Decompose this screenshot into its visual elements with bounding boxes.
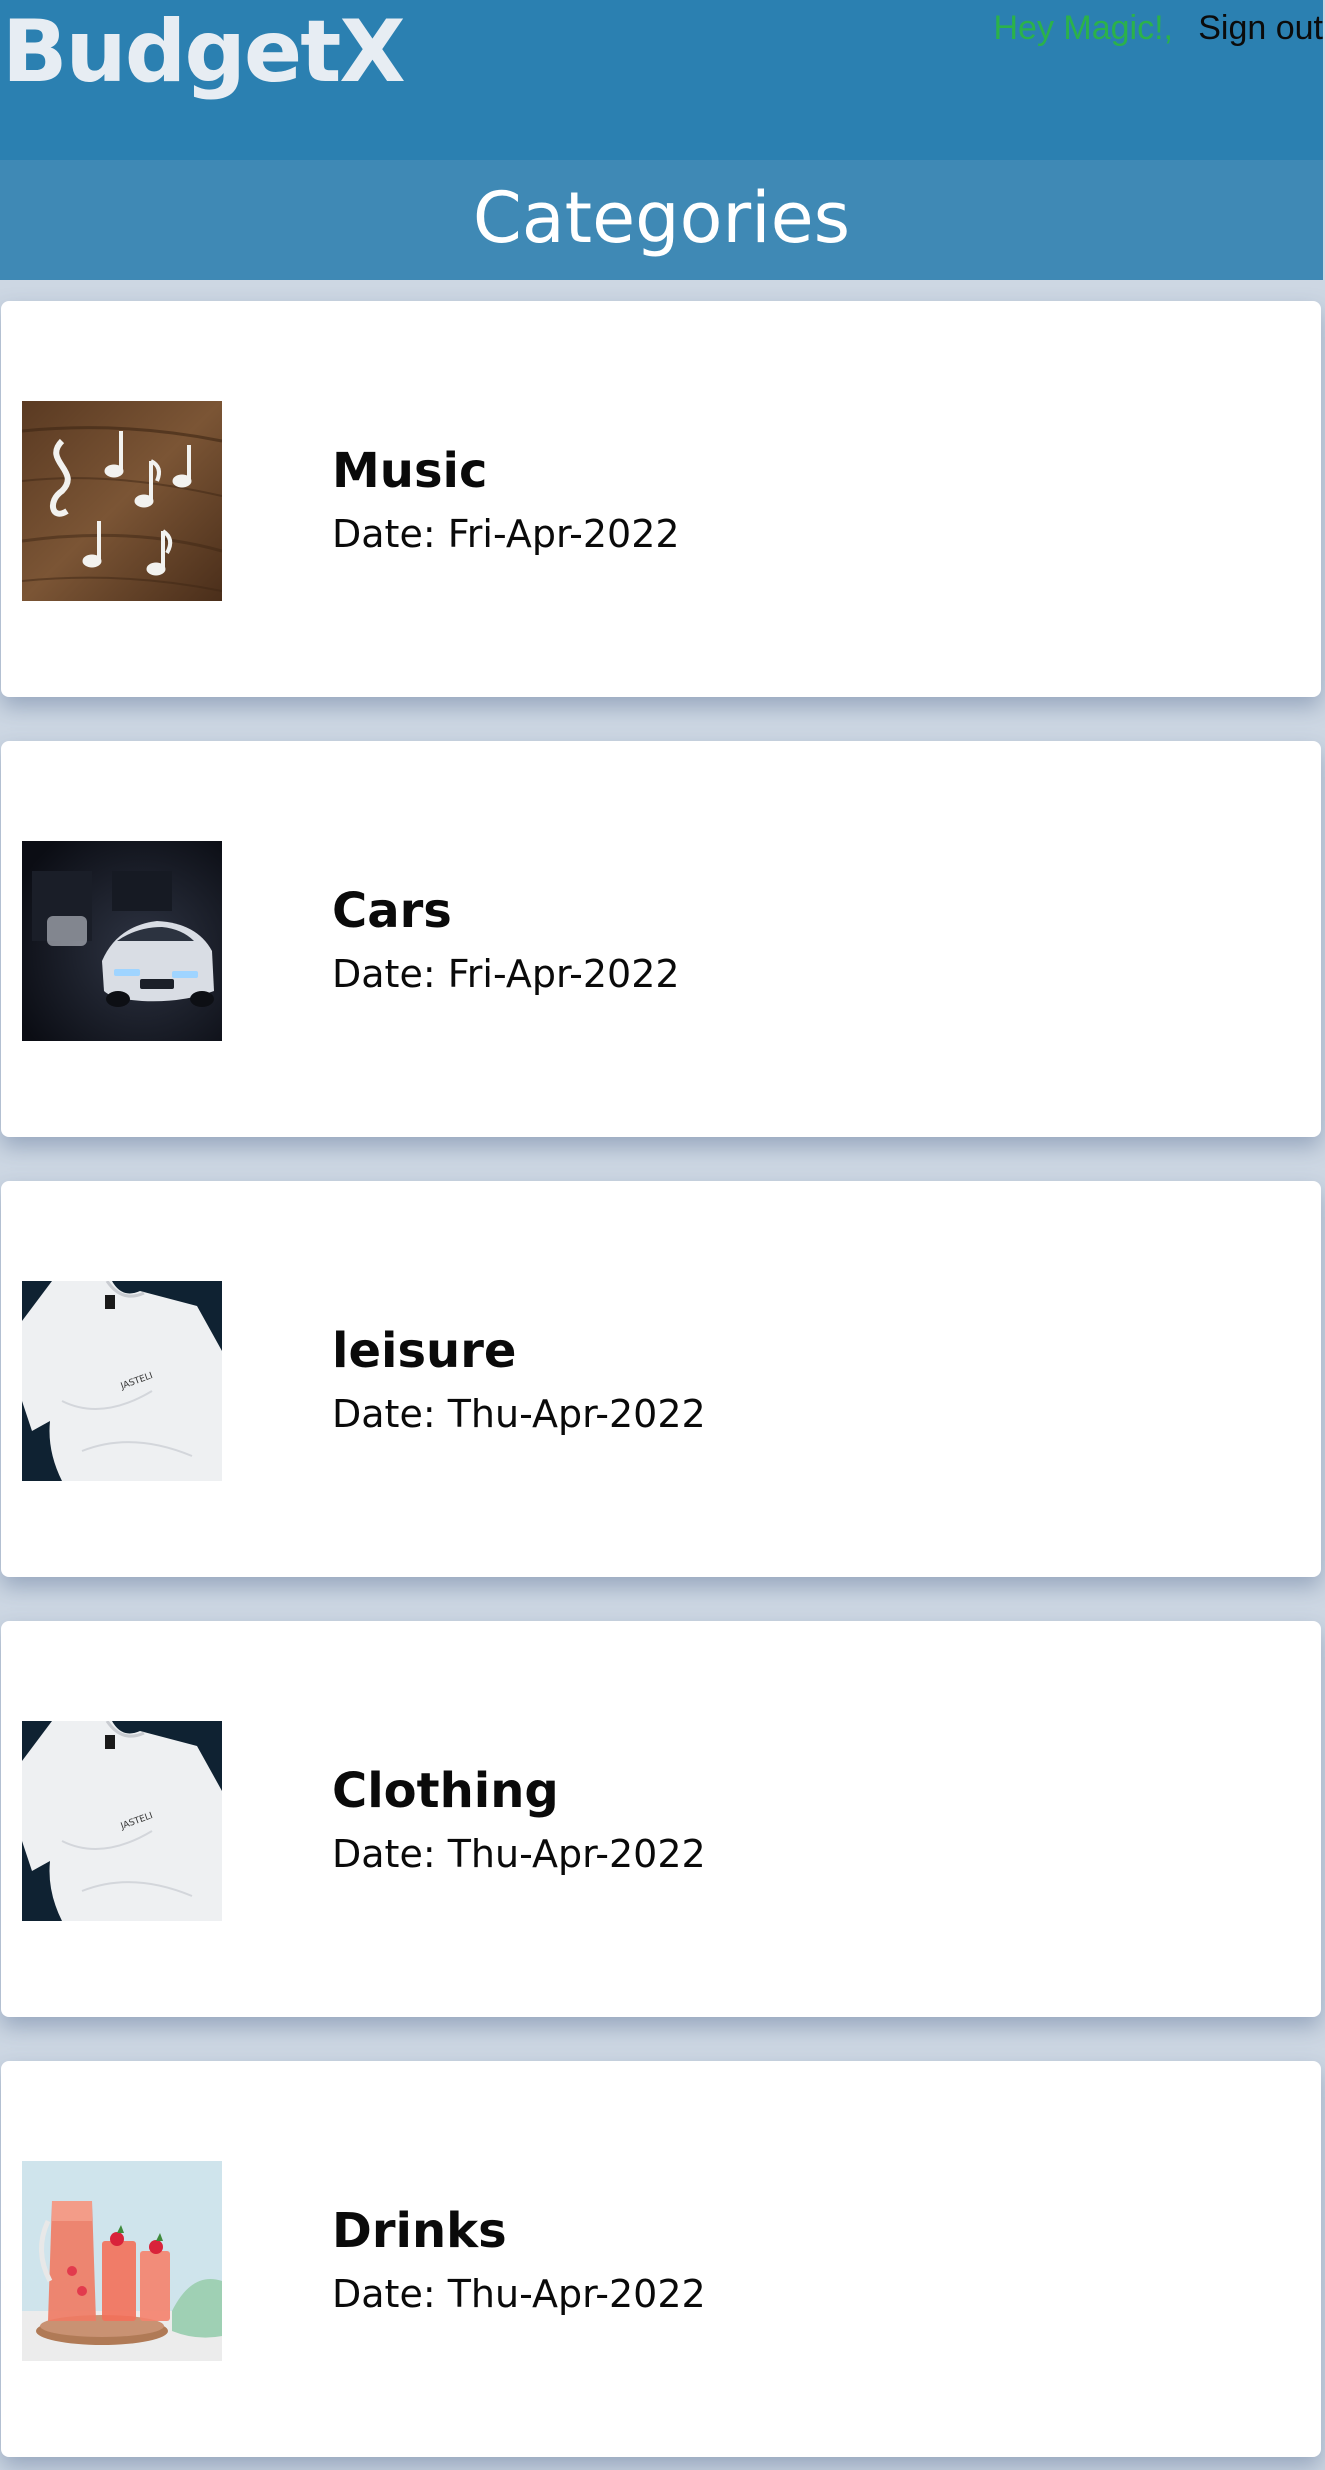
category-name: leisure	[332, 1323, 517, 1379]
user-greeting: Hey Magic!,	[993, 9, 1174, 47]
category-card-cars[interactable]: Cars Date: Fri-Apr-2022	[1, 741, 1321, 1137]
sign-out-link[interactable]: Sign out	[1198, 6, 1323, 50]
category-date: Date: Thu-Apr-2022	[332, 1392, 706, 1436]
page-title: Categories	[472, 177, 851, 259]
top-navbar: BudgetX Hey Magic!, Sign out	[0, 0, 1323, 160]
category-name: Clothing	[332, 1763, 559, 1819]
tshirt-image: JASTELI	[22, 1721, 222, 1921]
category-name: Drinks	[332, 2203, 507, 2259]
category-date: Date: Thu-Apr-2022	[332, 1832, 706, 1876]
drinks-image	[22, 2161, 222, 2361]
category-date: Date: Fri-Apr-2022	[332, 952, 680, 996]
category-card-clothing[interactable]: JASTELI Clothing Date: Thu-Apr-2022	[1, 1621, 1321, 2017]
car-image	[22, 841, 222, 1041]
app-frame: BudgetX Hey Magic!, Sign out Categories	[0, 0, 1323, 2470]
brand-logo[interactable]: BudgetX	[2, 2, 406, 102]
category-card-music[interactable]: Music Date: Fri-Apr-2022	[1, 301, 1321, 697]
page-header: Categories	[0, 160, 1323, 280]
category-name: Cars	[332, 883, 452, 939]
category-card-drinks[interactable]: Drinks Date: Thu-Apr-2022	[1, 2061, 1321, 2457]
category-card-leisure[interactable]: JASTELI leisure Date: Thu-Apr-2022	[1, 1181, 1321, 1577]
category-date: Date: Thu-Apr-2022	[332, 2272, 706, 2316]
category-name: Music	[332, 443, 488, 499]
category-date: Date: Fri-Apr-2022	[332, 512, 680, 556]
tshirt-image: JASTELI	[22, 1281, 222, 1481]
music-notes-image	[22, 401, 222, 601]
